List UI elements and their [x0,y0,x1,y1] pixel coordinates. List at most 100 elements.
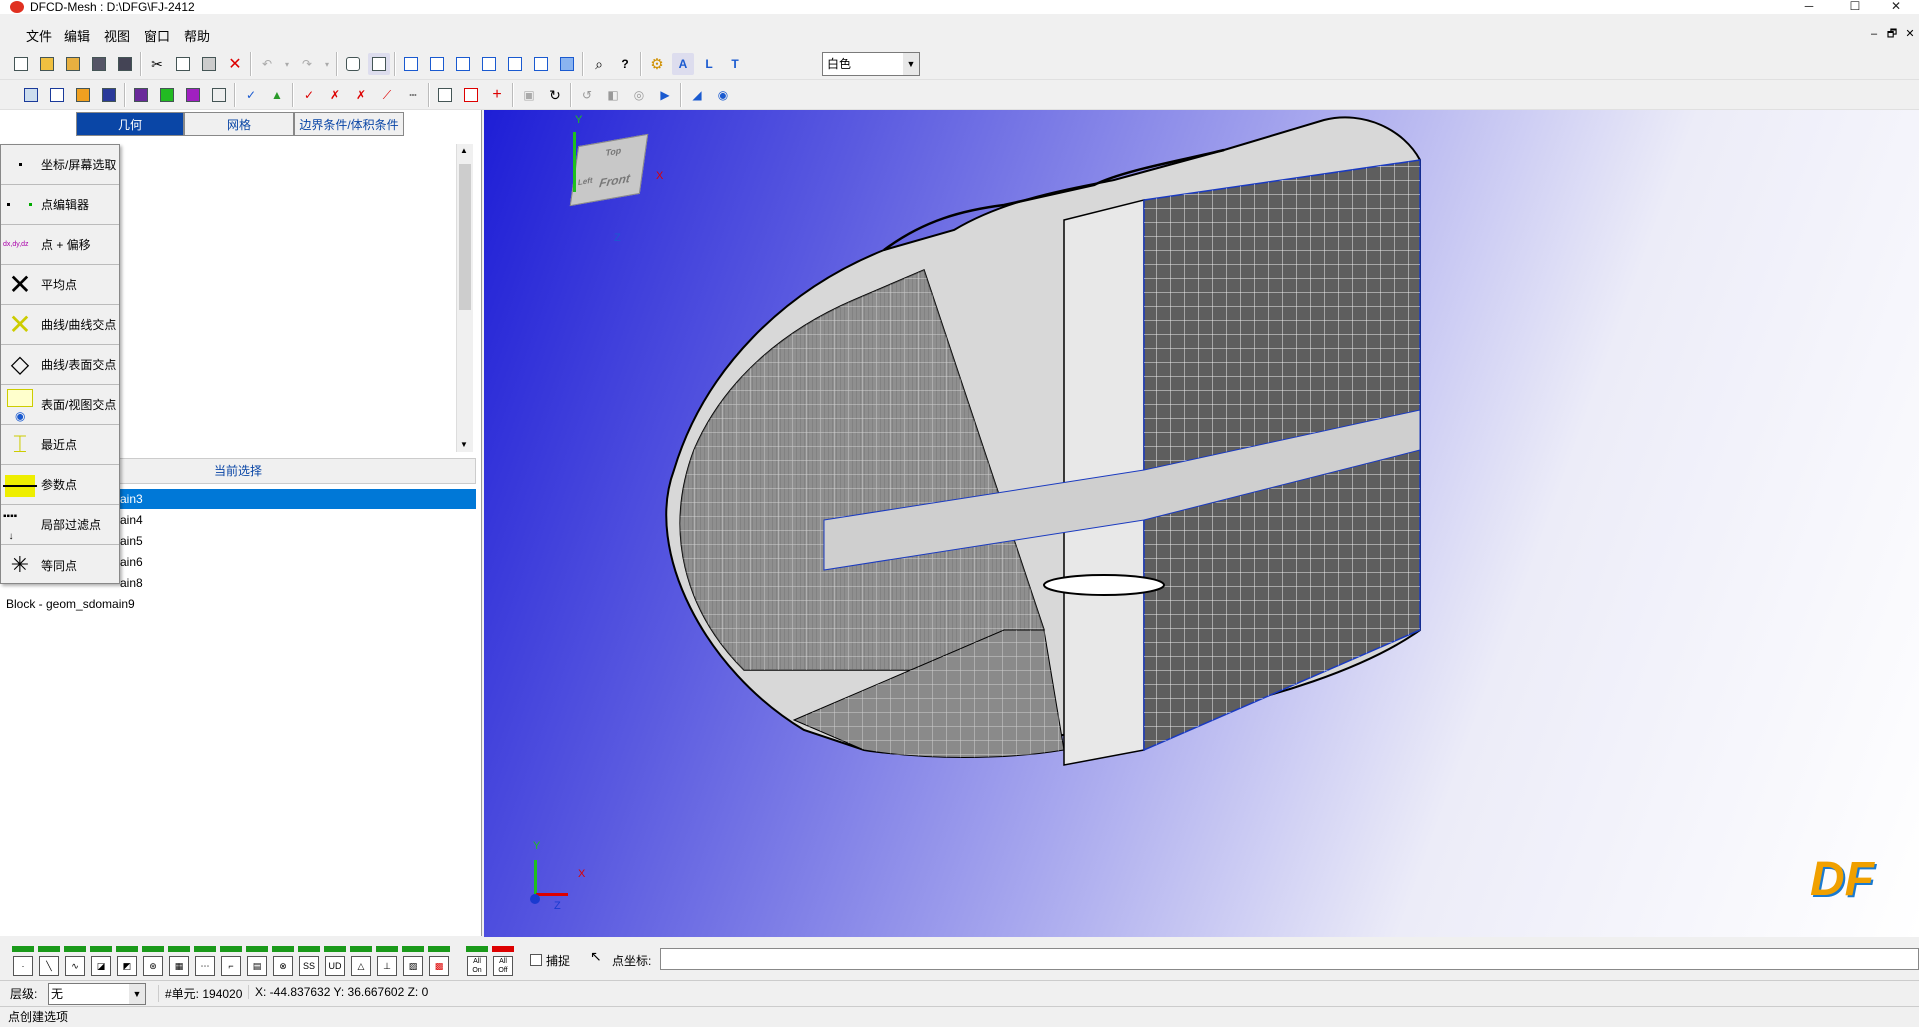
scroll-up-icon[interactable]: ▲ [460,146,468,155]
filter-ss-button[interactable]: SS [298,946,320,976]
check-quality-icon[interactable]: ✓ [240,84,262,106]
tree-icon[interactable]: ▲ [266,84,288,106]
mdi-minimize-button[interactable]: – [1866,27,1882,41]
surface-icon[interactable] [72,84,94,106]
chevron-down-icon[interactable]: ▼ [129,984,145,1004]
disabled-tool-icon[interactable]: ▣ [518,84,540,106]
pointer-icon[interactable]: ↖ [590,948,602,965]
close-button[interactable]: ✕ [1873,0,1919,14]
filter-ud-button[interactable]: UD [324,946,346,976]
view-cube-left[interactable]: Left [577,176,593,188]
layer-select[interactable]: 无 ▼ [48,983,146,1005]
view-box-icon[interactable] [368,53,390,75]
scroll-thumb[interactable] [459,164,471,310]
cut-icon[interactable]: ✂ [146,53,168,75]
view-top-icon[interactable] [504,53,526,75]
mesh-icon[interactable] [130,84,152,106]
filter-grid-button[interactable]: ▦ [168,946,190,976]
save-icon[interactable] [88,53,110,75]
menu-edit[interactable]: 编辑 [64,26,90,45]
chevron-down-icon[interactable]: ▼ [903,53,919,75]
curve-icon[interactable] [46,84,68,106]
popup-item-point-editor[interactable]: 点编辑器 [1,185,119,225]
settings-gear-icon[interactable]: ⚙ [646,53,668,75]
view-cube-top[interactable]: Top [605,145,622,158]
help-pointer-icon[interactable]: ? [614,53,636,75]
block-icon[interactable] [98,84,120,106]
popup-item-equal-point[interactable]: ✳ 等同点 [1,545,119,585]
dash-line-icon[interactable]: ┄ [402,84,424,106]
tab-geometry[interactable]: 几何 [76,112,184,136]
purple-mesh-icon[interactable] [182,84,204,106]
transform-icon[interactable] [460,84,482,106]
label-l-icon[interactable]: L [698,53,720,75]
scroll-down-icon[interactable]: ▼ [460,440,468,449]
point-move-icon[interactable]: ⟋ [376,84,398,106]
rotate-icon[interactable]: ↻ [544,84,566,106]
view-bottom-icon[interactable] [530,53,552,75]
popup-item-screen-select[interactable]: 坐标/屏幕选取 [1,145,119,185]
redo-dropdown-icon[interactable]: ▾ [322,53,332,75]
view-isometric-icon[interactable] [556,53,578,75]
open-folder-icon[interactable] [36,53,58,75]
green-block-icon[interactable] [156,84,178,106]
all-off-button[interactable]: All Off [492,946,514,976]
popup-item-curve-surface[interactable]: ◇ 曲线/表面交点 [1,345,119,385]
filter-block-button[interactable]: ▤ [246,946,268,976]
all-on-button[interactable]: All On [466,946,488,976]
filter-spline-button[interactable]: ∿ [64,946,86,976]
reset-view-icon[interactable]: ↺ [576,84,598,106]
popup-item-surface-view[interactable]: ◉ 表面/视图交点 [1,385,119,425]
point-coord-input[interactable] [660,948,1919,970]
menu-help[interactable]: 帮助 [184,26,210,45]
view-front-icon[interactable] [400,53,422,75]
mdi-restore-button[interactable]: 🗗 [1884,27,1900,41]
snap-checkbox[interactable] [530,954,542,966]
popup-item-parameter-point[interactable]: 参数点 [1,465,119,505]
minimize-button[interactable]: ─ [1786,0,1832,14]
save-as-icon[interactable] [114,53,136,75]
clip-icon[interactable]: ◧ [602,84,624,106]
point-edit-icon[interactable]: ✗ [324,84,346,106]
filter-tri-button[interactable]: △ [350,946,372,976]
filter-node-button[interactable]: ⌐ [220,946,242,976]
dotted-grid-icon[interactable] [208,84,230,106]
filter-mesh-button[interactable]: ⊗ [272,946,294,976]
redo-icon[interactable]: ↷ [296,53,318,75]
3d-viewport[interactable]: Front Top Left Y X Z Y X Z DF [484,110,1919,937]
mdi-close-button[interactable]: ✕ [1902,27,1918,41]
color-select[interactable]: 白色 ▼ [822,52,920,76]
undo-dropdown-icon[interactable]: ▾ [282,53,292,75]
filter-solid-button[interactable]: ⊛ [142,946,164,976]
open-project-icon[interactable] [62,53,84,75]
sphere-icon[interactable]: ◎ [628,84,650,106]
label-a-icon[interactable]: A [672,53,694,75]
popup-item-local-filter[interactable]: ▪▪▪▪ ↓ 局部过滤点 [1,505,119,545]
tab-mesh[interactable]: 网格 [184,112,294,136]
paste-icon[interactable] [198,53,220,75]
undo-icon[interactable]: ↶ [256,53,278,75]
filter-red-button[interactable]: ▩ [428,946,450,976]
view-cube-front[interactable]: Front [598,171,631,190]
popup-item-curve-curve[interactable]: ✕ 曲线/曲线交点 [1,305,119,345]
delete-icon[interactable]: ✕ [224,53,246,75]
point-delete-icon[interactable]: ✗ [350,84,372,106]
view-right-icon[interactable] [478,53,500,75]
filter-dots-button[interactable]: ⋯ [194,946,216,976]
copy-geom-icon[interactable] [434,84,456,106]
geometry-grid-icon[interactable] [20,84,42,106]
filter-surface-button[interactable]: ◪ [90,946,112,976]
point-create-icon[interactable]: ✓ [298,84,320,106]
menu-window[interactable]: 窗口 [144,26,170,45]
filter-sym-button[interactable]: ⊥ [376,946,398,976]
copy-icon[interactable] [172,53,194,75]
label-t-icon[interactable]: T [724,53,746,75]
view-left-icon[interactable] [452,53,474,75]
view-iso-icon[interactable] [342,53,364,75]
filter-image-button[interactable]: ▨ [402,946,424,976]
play-icon[interactable]: ▶ [654,84,676,106]
menu-file[interactable]: 文件 [26,26,52,45]
filter-point-button[interactable]: · [12,946,34,976]
add-point-icon[interactable]: + [486,84,508,106]
popup-item-point-offset[interactable]: dx,dy,dz 点 + 偏移 [1,225,119,265]
